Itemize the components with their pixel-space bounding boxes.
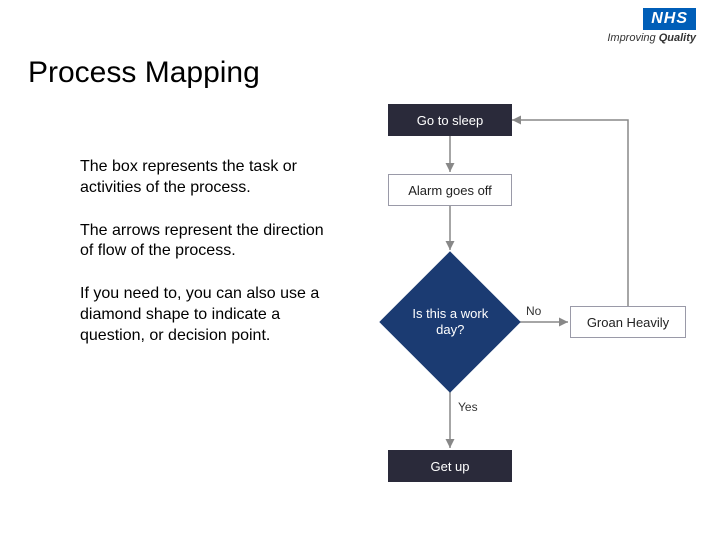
flow-decision-workday: Is this a work day? [379,251,520,392]
page-title: Process Mapping [28,56,260,90]
flow-step-sleep: Go to sleep [388,104,512,136]
flow-step-groan: Groan Heavily [570,306,686,338]
flow-step-getup: Get up [388,450,512,482]
nhs-logo: NHS Improving Quality [607,8,696,44]
paragraph-box: The box represents the task or activitie… [80,157,330,199]
paragraph-diamond: If you need to, you can also use a diamo… [80,284,330,346]
paragraph-arrows: The arrows represent the direction of fl… [80,221,330,263]
nhs-logo-tagline: Improving Quality [607,32,696,44]
flow-decision-label: Is this a work day? [405,306,495,337]
flowchart: Go to sleep Alarm goes off Is this a wor… [370,100,700,520]
flow-step-alarm: Alarm goes off [388,174,512,206]
nhs-logo-box: NHS [643,8,696,30]
flow-label-yes: Yes [458,400,478,414]
flow-label-no: No [526,304,541,318]
explanatory-text: The box represents the task or activitie… [80,157,330,369]
tagline-prefix: Improving [607,32,658,44]
slide: NHS Improving Quality Process Mapping Th… [0,0,720,540]
tagline-bold: Quality [659,32,696,44]
